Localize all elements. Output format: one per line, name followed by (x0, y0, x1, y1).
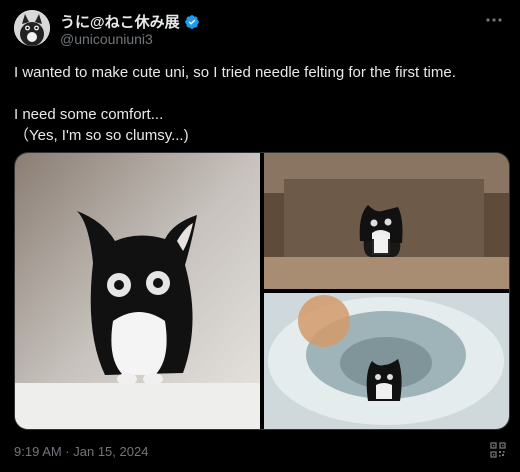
tweet-text-line: （Yes, I'm so so clumsy...) (14, 127, 189, 144)
felt-cat-shelf-image (264, 153, 509, 289)
author-row: うに@ねこ休み展 (60, 11, 200, 32)
tweet-text-line: I need some comfort... (14, 106, 164, 123)
felt-cat-tube-image (264, 293, 509, 429)
verified-badge-icon (184, 14, 199, 29)
tweet: うに@ねこ休み展 @unicouniuni3 I wanted to make … (0, 0, 520, 472)
felt-cat-closeup-image (15, 153, 260, 429)
photo-felt-cat-on-shelf[interactable] (264, 153, 509, 289)
tweet-text: I wanted to make cute uni, so I tried ne… (14, 62, 504, 146)
display-name[interactable]: うに@ねこ休み展 (60, 11, 180, 32)
photo-felt-cat-closeup[interactable] (15, 153, 260, 429)
avatar[interactable] (14, 10, 50, 46)
timestamp[interactable]: 9:19 AM · Jan 15, 2024 (14, 444, 148, 459)
more-options-icon[interactable] (484, 14, 504, 26)
cat-avatar-icon (14, 10, 50, 46)
photo-felt-cat-in-tube[interactable] (264, 293, 509, 429)
media-grid (14, 152, 510, 430)
user-handle[interactable]: @unicouniuni3 (60, 31, 153, 47)
tweet-text-line: I wanted to make cute uni, so I tried ne… (14, 64, 456, 81)
qr-code-icon[interactable] (490, 442, 506, 458)
